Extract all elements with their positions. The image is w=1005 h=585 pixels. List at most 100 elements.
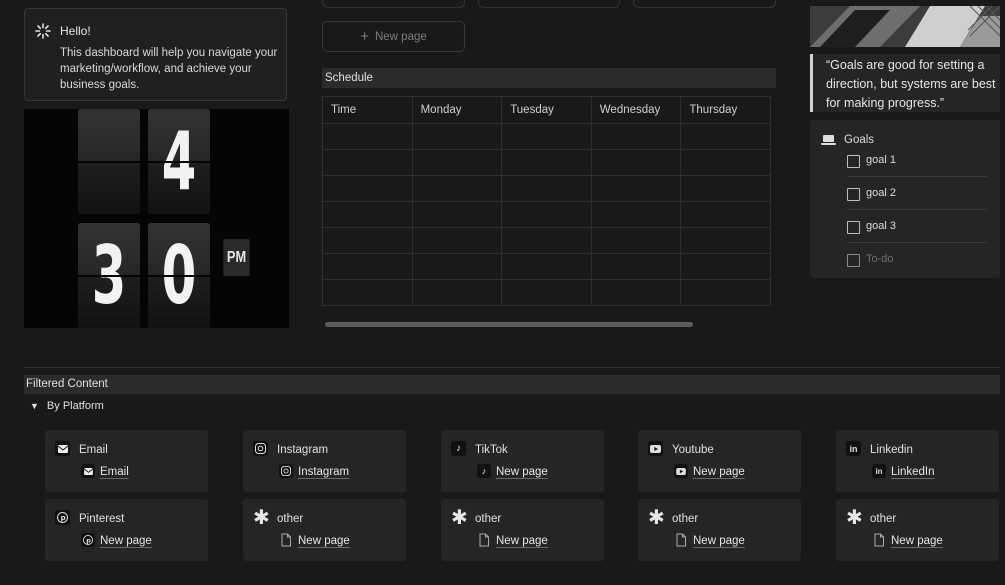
table-cell[interactable] [590,227,682,254]
platform-card-youtube[interactable]: Youtube New page [638,430,801,492]
table-cell[interactable] [680,279,771,306]
quote-text: “Goals are good for setting a direction,… [826,58,996,110]
platform-card-pinterest[interactable]: p Pinterest p New page [45,499,208,561]
platform-card-tiktok[interactable]: ♪ TikTok ♪ New page [441,430,604,492]
clock-hour-card: 4 [148,109,210,214]
table-cell[interactable] [501,201,592,228]
goals-title: Goals [844,134,875,146]
platform-name: Youtube [672,444,714,456]
table-cell[interactable] [590,253,682,280]
table-cell[interactable] [322,227,413,254]
column-header-thursday[interactable]: Thursday [680,96,771,124]
column-header-time[interactable]: Time [322,96,413,124]
table-cell[interactable] [590,149,682,176]
platform-card-other[interactable]: ✱ other New page [243,499,406,561]
table-cell[interactable] [411,279,503,306]
cutoff-card [633,0,776,8]
page-link[interactable]: New page [298,535,350,547]
pinterest-icon: p [55,510,70,525]
asterisk-icon: ✱ [846,507,863,529]
platform-name: other [672,513,699,525]
table-cell[interactable] [411,175,503,202]
linkedin-icon: in [872,464,886,478]
platform-card-email[interactable]: Email Email [45,430,208,492]
column-header-monday[interactable]: Monday [411,96,503,124]
schedule-header-row: Time Monday Tuesday Wednesday Thursday [322,96,771,124]
platform-card-linkedin[interactable]: in Linkedin in LinkedIn [836,430,999,492]
todo-item: goal 2 [847,180,987,210]
table-cell[interactable] [501,253,592,280]
table-row [322,201,771,228]
table-cell[interactable] [411,123,503,150]
column-header-wednesday[interactable]: Wednesday [590,96,682,124]
todo-label[interactable]: goal 1 [866,154,896,166]
horizontal-scrollbar[interactable] [325,322,693,327]
table-cell[interactable] [322,123,413,150]
page-link[interactable]: New page [693,466,745,478]
platform-card-other[interactable]: ✱ other New page [441,499,604,561]
todo-label[interactable]: goal 2 [866,187,896,199]
platform-name: Email [79,444,108,456]
page-link[interactable]: LinkedIn [891,466,934,478]
table-cell[interactable] [680,149,771,176]
svg-text:p: p [61,514,66,522]
platform-card-instagram[interactable]: Instagram Instagram [243,430,406,492]
cutoff-card [322,0,465,8]
checkbox[interactable] [847,221,860,234]
callout-body: This dashboard will help you navigate yo… [60,47,278,91]
checkbox[interactable] [847,188,860,201]
table-cell[interactable] [590,201,682,228]
table-cell[interactable] [322,149,413,176]
platform-name: other [277,513,304,525]
clock-period-badge: PM [223,239,250,276]
table-cell[interactable] [501,123,592,150]
page-link[interactable]: Email [100,466,129,478]
table-cell[interactable] [322,175,413,202]
clock-minute-ones-card: 0 [148,223,210,328]
table-cell[interactable] [322,253,413,280]
table-cell[interactable] [590,279,682,306]
table-cell[interactable] [680,227,771,254]
checkbox[interactable] [847,254,860,267]
new-page-button[interactable]: + New page [322,21,465,52]
platform-card-other[interactable]: ✱ other New page [836,499,999,561]
table-cell[interactable] [680,253,771,280]
table-cell[interactable] [501,227,592,254]
page-link[interactable]: New page [693,535,745,547]
page-link[interactable]: New page [496,466,548,478]
page-link[interactable]: New page [496,535,548,547]
table-cell[interactable] [501,279,592,306]
youtube-icon [674,464,688,478]
table-cell[interactable] [501,175,592,202]
group-toggle-by-platform[interactable]: ▼ By Platform [30,400,104,412]
page-link[interactable]: Instagram [298,466,349,478]
filtered-content-header: Filtered Content [24,375,1000,394]
mail-icon [81,464,95,478]
platform-card-other[interactable]: ✱ other New page [638,499,801,561]
youtube-icon [648,441,663,456]
table-cell[interactable] [501,149,592,176]
table-cell[interactable] [411,149,503,176]
table-cell[interactable] [322,279,413,306]
todo-label[interactable]: goal 3 [866,220,896,232]
table-cell[interactable] [680,201,771,228]
table-cell[interactable] [680,123,771,150]
page-link[interactable]: New page [100,535,152,547]
table-cell[interactable] [322,201,413,228]
checkbox[interactable] [847,155,860,168]
mail-icon [55,441,70,456]
table-cell[interactable] [411,201,503,228]
column-header-tuesday[interactable]: Tuesday [501,96,592,124]
table-cell[interactable] [590,123,682,150]
table-cell[interactable] [590,175,682,202]
table-cell[interactable] [411,227,503,254]
todo-placeholder[interactable]: To-do [866,253,894,265]
document-icon [479,533,489,547]
page-link[interactable]: New page [891,535,943,547]
table-cell[interactable] [680,175,771,202]
tiktok-icon: ♪ [451,441,466,456]
table-cell[interactable] [411,253,503,280]
asterisk-icon: ✱ [253,507,270,529]
schedule-section-header: Schedule [322,68,776,88]
table-row [322,149,771,176]
